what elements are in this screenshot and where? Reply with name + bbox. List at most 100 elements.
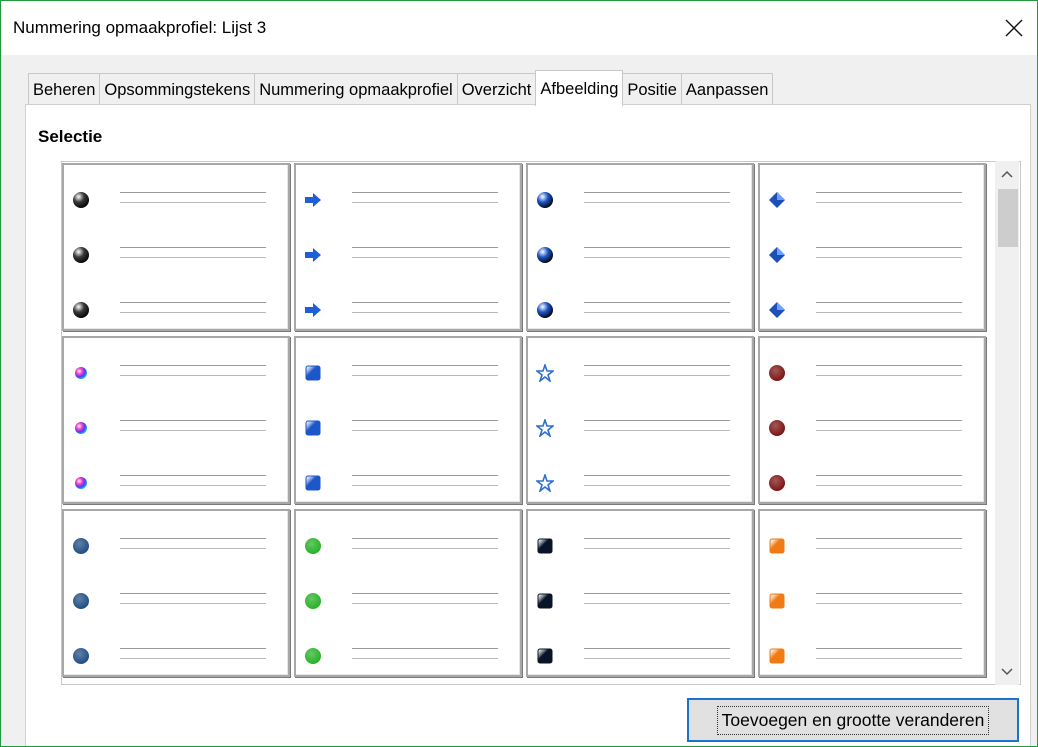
preview-line — [352, 475, 498, 476]
tab-aanpassen[interactable]: Aanpassen — [680, 73, 774, 105]
bullet-style-option[interactable] — [526, 163, 754, 331]
rainbow-sphere-bullet-icon — [75, 477, 87, 489]
blue-sphere-bullet-icon — [537, 302, 553, 318]
bullet-glyph — [536, 246, 554, 264]
bullet-preview-row — [528, 413, 752, 443]
bullet-glyph — [768, 419, 786, 437]
bullet-style-option[interactable] — [294, 163, 522, 331]
preview-line — [352, 365, 498, 366]
bullet-style-option[interactable] — [294, 509, 522, 677]
preview-line — [816, 302, 962, 303]
preview-line — [120, 648, 266, 649]
preview-line — [120, 603, 266, 604]
blue-star-bullet-icon — [536, 364, 554, 382]
tab-bar: Beheren Opsommingstekens Nummering opmaa… — [28, 70, 774, 106]
tab-opsommingstekens[interactable]: Opsommingstekens — [99, 73, 256, 105]
preview-line — [352, 257, 498, 258]
preview-line — [584, 375, 730, 376]
blue-arrow-bullet-icon — [305, 248, 321, 262]
bullet-style-option[interactable] — [758, 509, 986, 677]
bullet-preview-row — [528, 586, 752, 616]
bullet-glyph — [72, 474, 90, 492]
preview-line — [120, 420, 266, 421]
preview-line — [352, 658, 498, 659]
blue-sphere-bullet-icon — [537, 247, 553, 263]
tab-beheren[interactable]: Beheren — [28, 73, 101, 105]
preview-line — [816, 603, 962, 604]
preview-line — [584, 257, 730, 258]
preview-line — [120, 192, 266, 193]
bullet-preview-row — [64, 358, 288, 388]
title-bar: Nummering opmaakprofiel: Lijst 3 — [1, 1, 1037, 55]
preview-line — [584, 593, 730, 594]
bullet-glyph — [72, 364, 90, 382]
scroll-down-button[interactable] — [995, 661, 1019, 683]
bullet-glyph — [536, 364, 554, 382]
preview-line — [352, 247, 498, 248]
preview-line — [352, 202, 498, 203]
dialog-window: Nummering opmaakprofiel: Lijst 3 Beheren… — [0, 0, 1038, 747]
preview-line — [584, 202, 730, 203]
close-button[interactable] — [991, 1, 1037, 55]
preview-line — [352, 192, 498, 193]
add-and-resize-button[interactable]: Toevoegen en grootte veranderen — [687, 698, 1019, 742]
preview-line — [120, 475, 266, 476]
blue-star-bullet-icon — [536, 474, 554, 492]
bullet-style-option[interactable] — [62, 163, 290, 331]
bullet-preview-row — [760, 413, 984, 443]
bullet-glyph — [768, 474, 786, 492]
preview-line — [584, 247, 730, 248]
blue-sphere-bullet-icon — [537, 192, 553, 208]
tab-nummering-opmaakprofiel[interactable]: Nummering opmaakprofiel — [254, 73, 458, 105]
preview-line — [584, 548, 730, 549]
blue-square-bullet-icon — [305, 475, 321, 491]
preview-line — [120, 538, 266, 539]
tab-positie[interactable]: Positie — [622, 73, 682, 105]
blue-square-bullet-icon — [305, 365, 321, 381]
preview-line — [120, 257, 266, 258]
blue-arrow-bullet-icon — [305, 193, 321, 207]
tab-overzicht[interactable]: Overzicht — [456, 73, 537, 105]
green-circle-bullet-icon — [305, 648, 321, 664]
bullet-preview-row — [528, 531, 752, 561]
bullet-preview-row — [64, 531, 288, 561]
preview-line — [352, 603, 498, 604]
preview-line — [120, 202, 266, 203]
preview-line — [816, 658, 962, 659]
bullet-style-option[interactable] — [294, 336, 522, 504]
preview-line — [584, 475, 730, 476]
preview-line — [816, 375, 962, 376]
preview-line — [352, 312, 498, 313]
preview-line — [120, 485, 266, 486]
preview-line — [584, 420, 730, 421]
preview-line — [584, 302, 730, 303]
darkred-circle-bullet-icon — [769, 365, 785, 381]
bullet-glyph — [72, 246, 90, 264]
preview-line — [816, 430, 962, 431]
vertical-scrollbar[interactable] — [995, 161, 1019, 685]
bullet-style-option[interactable] — [526, 336, 754, 504]
bullet-preview-row — [64, 641, 288, 671]
navy-circle-bullet-icon — [73, 648, 89, 664]
bullet-preview-row — [296, 185, 520, 215]
bullet-preview-row — [64, 413, 288, 443]
blue-diamond-bullet-icon — [769, 247, 785, 263]
preview-line — [584, 192, 730, 193]
preview-line — [120, 548, 266, 549]
tab-afbeelding[interactable]: Afbeelding — [535, 70, 624, 106]
preview-line — [352, 375, 498, 376]
bullet-style-option[interactable] — [758, 163, 986, 331]
scroll-up-button[interactable] — [995, 163, 1019, 185]
bullet-style-option[interactable] — [62, 336, 290, 504]
bullet-glyph — [536, 474, 554, 492]
bullet-style-option[interactable] — [758, 336, 986, 504]
selection-heading: Selectie — [38, 127, 103, 146]
chevron-up-icon — [1001, 170, 1013, 178]
bullet-preview-row — [296, 240, 520, 270]
bullet-preview-row — [64, 240, 288, 270]
preview-line — [584, 538, 730, 539]
scroll-thumb[interactable] — [998, 189, 1018, 247]
bullet-style-option[interactable] — [526, 509, 754, 677]
bullet-preview-row — [296, 641, 520, 671]
bullet-style-option[interactable] — [62, 509, 290, 677]
